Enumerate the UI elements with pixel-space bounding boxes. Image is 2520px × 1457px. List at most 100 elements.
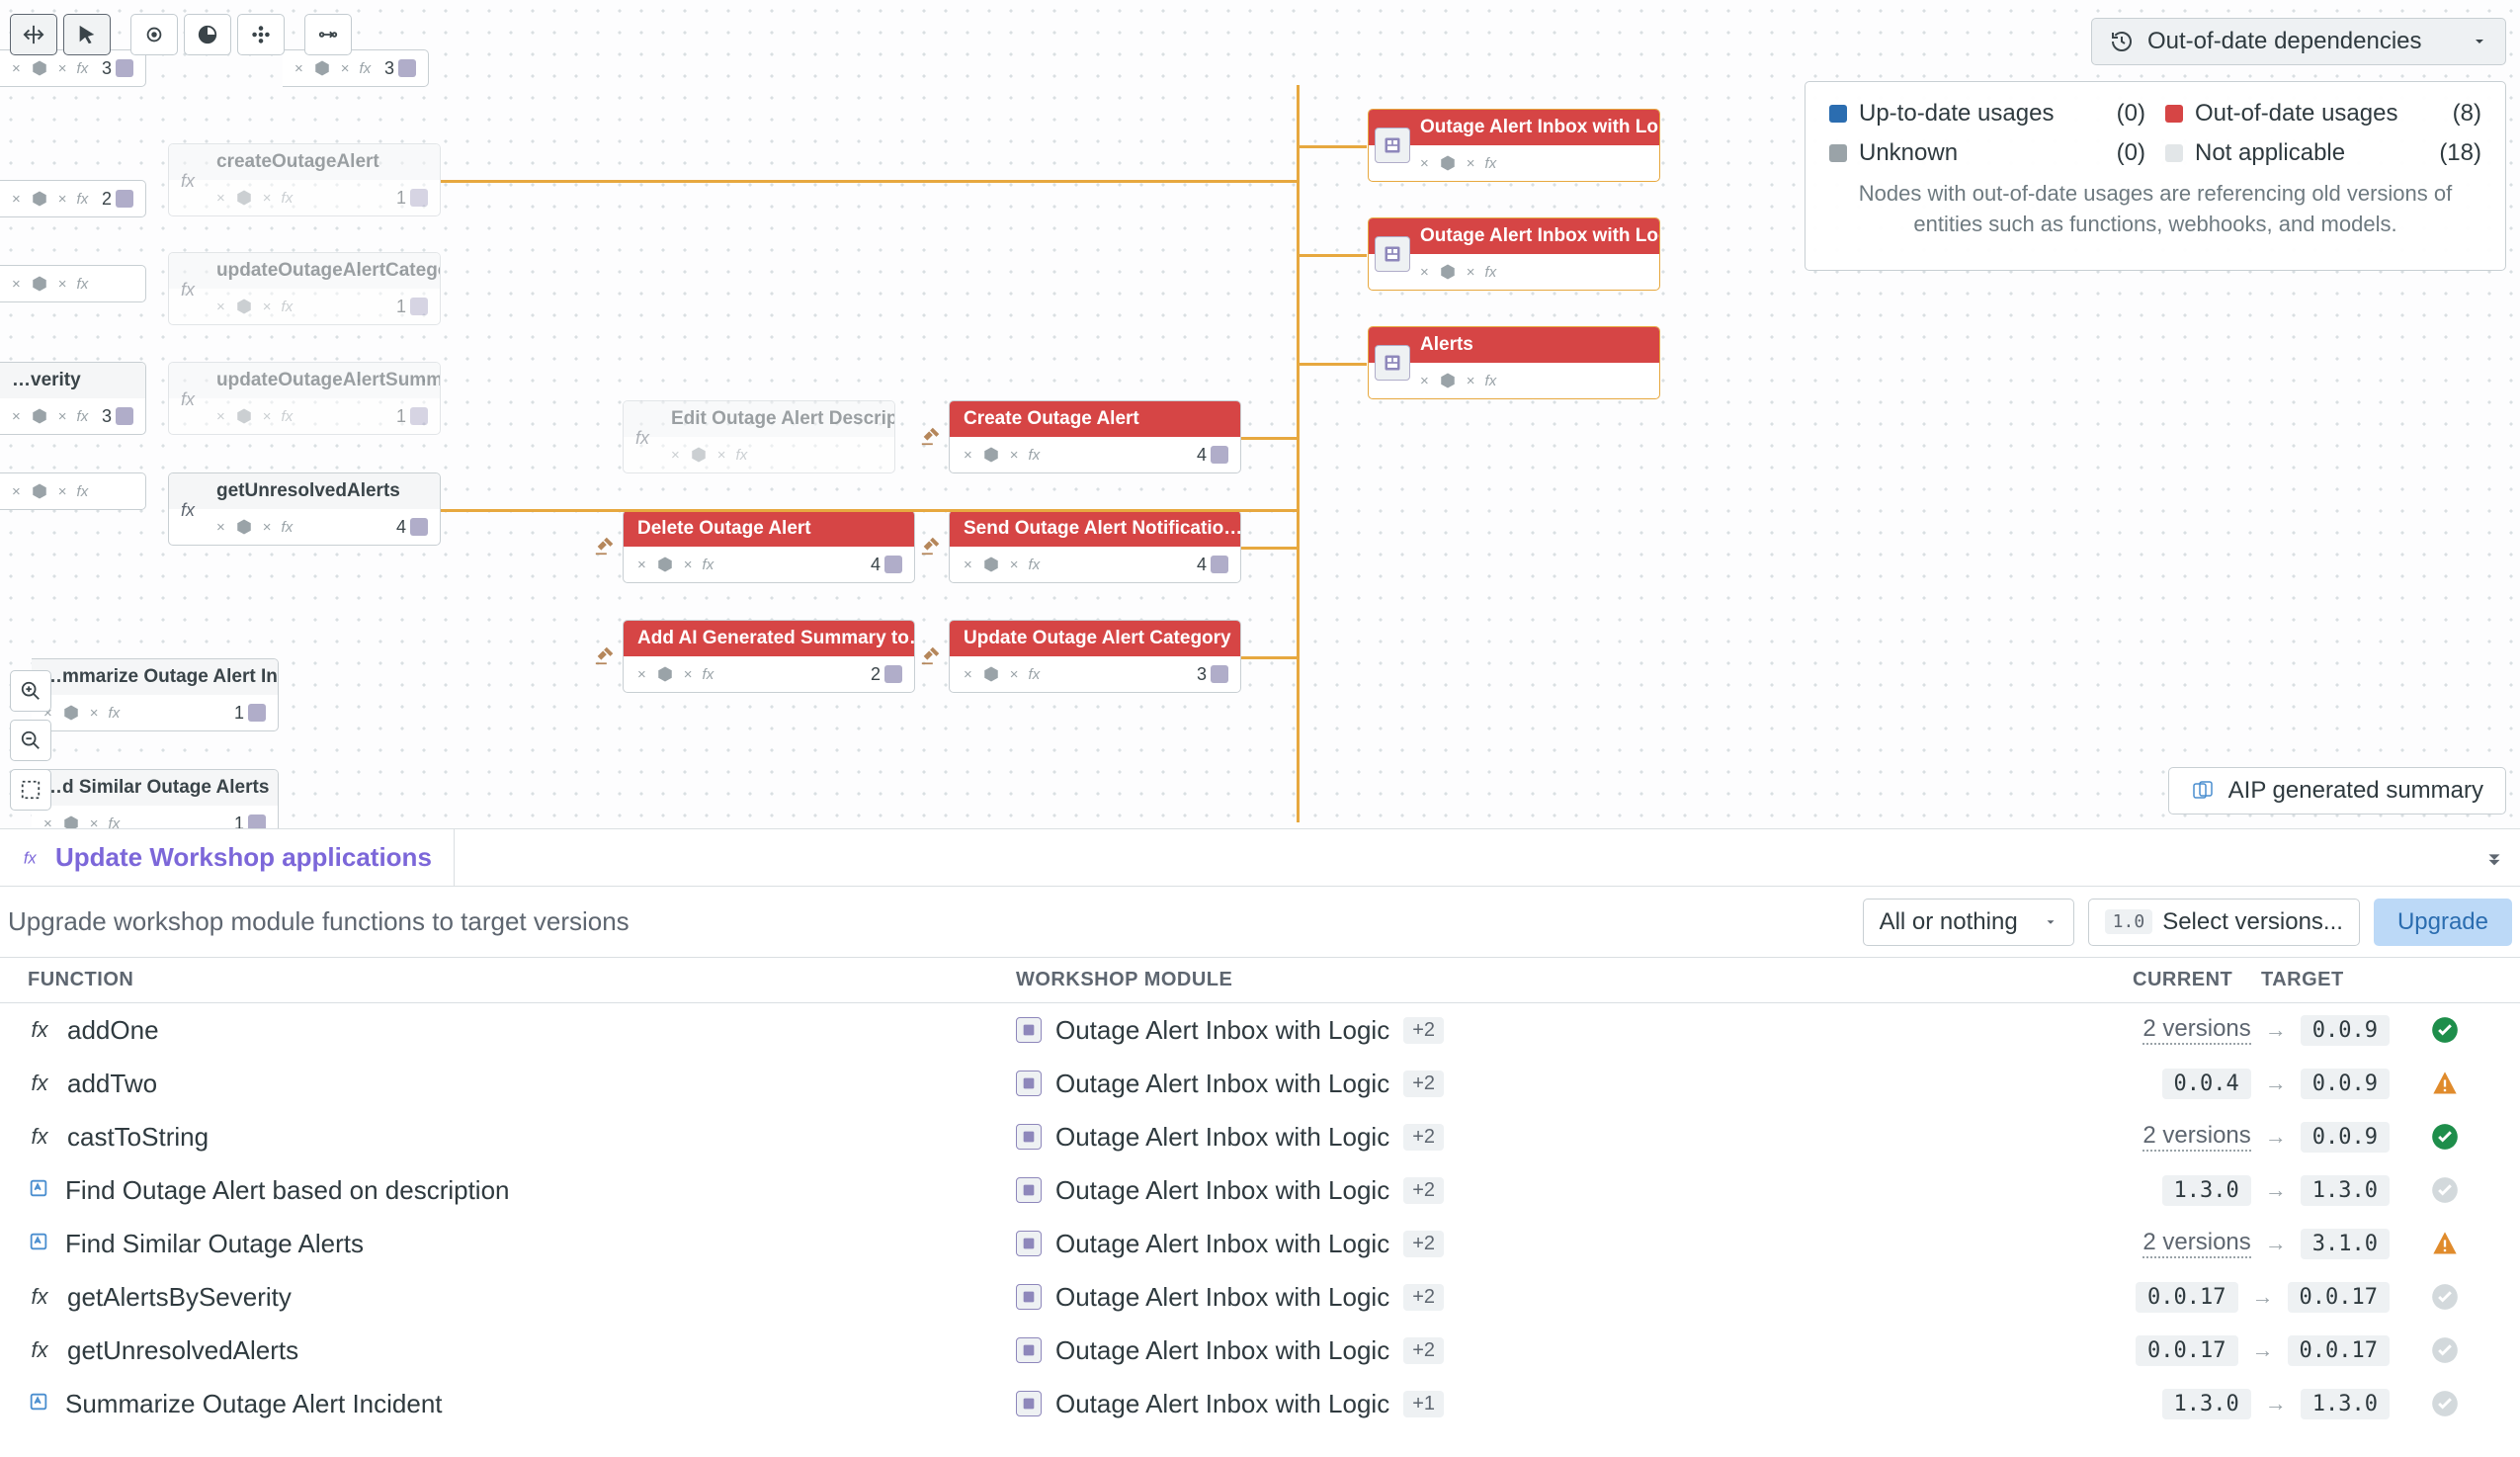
node-title: getUnresolvedAlerts: [169, 473, 440, 509]
count-badge: 1: [396, 297, 428, 317]
function-node[interactable]: ××fx: [0, 472, 146, 510]
plus-badge: +2: [1403, 1284, 1444, 1311]
count-badge: 2: [102, 189, 133, 210]
function-icon: fx: [169, 144, 207, 216]
status-icon: [2411, 1283, 2459, 1311]
action-node[interactable]: Send Outage Alert Notificatio…××fx4: [949, 510, 1241, 583]
function-name: getUnresolvedAlerts: [67, 1335, 298, 1366]
version-select[interactable]: 1.0Select versions...: [2088, 899, 2360, 946]
function-node[interactable]: ××fx2: [0, 180, 146, 217]
legend-item: Out-of-date usages(8): [2165, 100, 2481, 128]
pan-tool-button[interactable]: [10, 14, 57, 55]
legend-swatch: [2165, 144, 2183, 162]
function-node[interactable]: …mmarize Outage Alert Incid…××fx1: [32, 658, 279, 731]
count-badge: 4: [1197, 555, 1228, 575]
function-node[interactable]: fxEdit Outage Alert Description …××fx: [623, 400, 895, 473]
aip-summary-button[interactable]: AIP generated summary: [2168, 767, 2506, 814]
update-workshop-tab[interactable]: fx Update Workshop applications: [0, 829, 455, 886]
current-version: 0.0.17: [2136, 1335, 2237, 1366]
gavel-icon: [913, 528, 949, 563]
function-node[interactable]: fxupdateOutageAlertCategor…××fx1: [168, 252, 441, 325]
chevron-down-icon: [2472, 34, 2487, 49]
workshop-node[interactable]: Outage Alert Inbox with Lo…××fx: [1368, 109, 1660, 182]
ai-icon: [28, 1175, 49, 1206]
zoom-out-button[interactable]: [10, 720, 51, 761]
function-node[interactable]: fxgetUnresolvedAlerts××fx4: [168, 472, 441, 546]
function-icon: fx: [28, 1124, 51, 1150]
function-icon: fx: [28, 1284, 51, 1310]
function-node[interactable]: ××fx: [0, 265, 146, 302]
mode-dropdown[interactable]: All or nothing: [1863, 899, 2074, 946]
arrow-icon: →: [2265, 1177, 2287, 1203]
count-badge: 1: [396, 406, 428, 427]
status-icon: [2411, 1336, 2459, 1364]
action-node[interactable]: Create Outage Alert××fx4: [949, 400, 1241, 473]
svg-text:fx: fx: [24, 849, 38, 867]
legend-item: Up-to-date usages(0): [1829, 100, 2145, 128]
workshop-node[interactable]: Alerts××fx: [1368, 326, 1660, 399]
zoom-fit-button[interactable]: [10, 769, 51, 811]
function-icon: fx: [169, 473, 207, 546]
node-title: updateOutageAlertSumma…: [169, 363, 440, 398]
gavel-icon: [913, 638, 949, 673]
function-node[interactable]: fxcreateOutageAlert××fx1: [168, 143, 441, 216]
target-tool-button[interactable]: [130, 14, 178, 55]
table-row[interactable]: fxcastToStringOutage Alert Inbox with Lo…: [0, 1110, 2520, 1163]
table-row[interactable]: fxaddTwoOutage Alert Inbox with Logic+20…: [0, 1057, 2520, 1110]
arrow-icon: →: [2252, 1337, 2274, 1363]
function-icon: fx: [28, 1017, 51, 1043]
workshop-node[interactable]: Outage Alert Inbox with Logic …××fx: [1368, 217, 1660, 291]
version-link[interactable]: 2 versions: [2142, 1122, 2250, 1152]
version-link[interactable]: 2 versions: [2142, 1229, 2250, 1258]
node-title: Send Outage Alert Notificatio…: [950, 511, 1240, 547]
legend-swatch: [1829, 105, 1847, 123]
node-title: Outage Alert Inbox with Logic …: [1369, 218, 1659, 254]
zoom-in-button[interactable]: [10, 670, 51, 712]
function-name: Find Similar Outage Alerts: [65, 1229, 364, 1259]
arrow-icon: →: [2265, 1124, 2287, 1150]
edge-trunk: [1297, 85, 1300, 822]
node-title: …mmarize Outage Alert Incid…: [32, 659, 278, 695]
dependency-filter-dropdown[interactable]: Out-of-date dependencies: [2091, 18, 2506, 65]
upgrade-button[interactable]: Upgrade: [2374, 899, 2512, 946]
module-icon: [1016, 1391, 1042, 1416]
aip-summary-label: AIP generated summary: [2228, 777, 2483, 805]
action-node[interactable]: Add AI Generated Summary to…××fx2: [623, 620, 915, 693]
flow-tool-button[interactable]: [304, 14, 352, 55]
status-icon: [2411, 1230, 2459, 1257]
function-node[interactable]: …verity××fx3: [0, 362, 146, 435]
select-tool-button[interactable]: [63, 14, 111, 55]
node-title: Create Outage Alert: [950, 401, 1240, 437]
status-icon: [2411, 1390, 2459, 1417]
action-node[interactable]: Delete Outage Alert××fx4: [623, 510, 915, 583]
function-node[interactable]: fxupdateOutageAlertSumma…××fx1: [168, 362, 441, 435]
pie-tool-button[interactable]: [184, 14, 231, 55]
table-row[interactable]: Summarize Outage Alert IncidentOutage Al…: [0, 1377, 2520, 1430]
table-row[interactable]: fxgetAlertsBySeverityOutage Alert Inbox …: [0, 1270, 2520, 1324]
count-badge: 2: [871, 664, 902, 685]
action-node[interactable]: Update Outage Alert Category××fx3: [949, 620, 1241, 693]
function-icon: fx: [22, 847, 43, 869]
zoom-controls: [10, 670, 51, 811]
function-name: Summarize Outage Alert Incident: [65, 1389, 443, 1419]
function-icon: fx: [169, 363, 207, 435]
legend-swatch: [2165, 105, 2183, 123]
version-link[interactable]: 2 versions: [2142, 1015, 2250, 1045]
col-function: FUNCTION: [28, 969, 1016, 991]
function-name: getAlertsBySeverity: [67, 1282, 292, 1313]
collapse-panel-button[interactable]: [2469, 829, 2520, 886]
function-icon: fx: [28, 1337, 51, 1363]
node-title: updateOutageAlertCategor…: [169, 253, 440, 289]
table-row[interactable]: Find Similar Outage Alerts Outage Alert I…: [0, 1217, 2520, 1270]
dependency-filter-label: Out-of-date dependencies: [2147, 28, 2458, 55]
table-row[interactable]: fxaddOneOutage Alert Inbox with Logic+22…: [0, 1003, 2520, 1057]
count-badge: 1: [234, 703, 266, 724]
table-header: FUNCTION WORKSHOP MODULE CURRENT TARGET: [0, 958, 2520, 1003]
module-name: Outage Alert Inbox with Logic: [1055, 1229, 1389, 1259]
module-name: Outage Alert Inbox with Logic: [1055, 1335, 1389, 1366]
bottom-panel: fx Update Workshop applications Upgrade …: [0, 828, 2520, 1457]
table-row[interactable]: Find Outage Alert based on descriptionOu…: [0, 1163, 2520, 1217]
table-row[interactable]: fx getUnresolvedAlerts Outage Alert Inbox …: [0, 1324, 2520, 1377]
move-tool-button[interactable]: [237, 14, 285, 55]
plus-badge: +2: [1403, 1177, 1444, 1204]
